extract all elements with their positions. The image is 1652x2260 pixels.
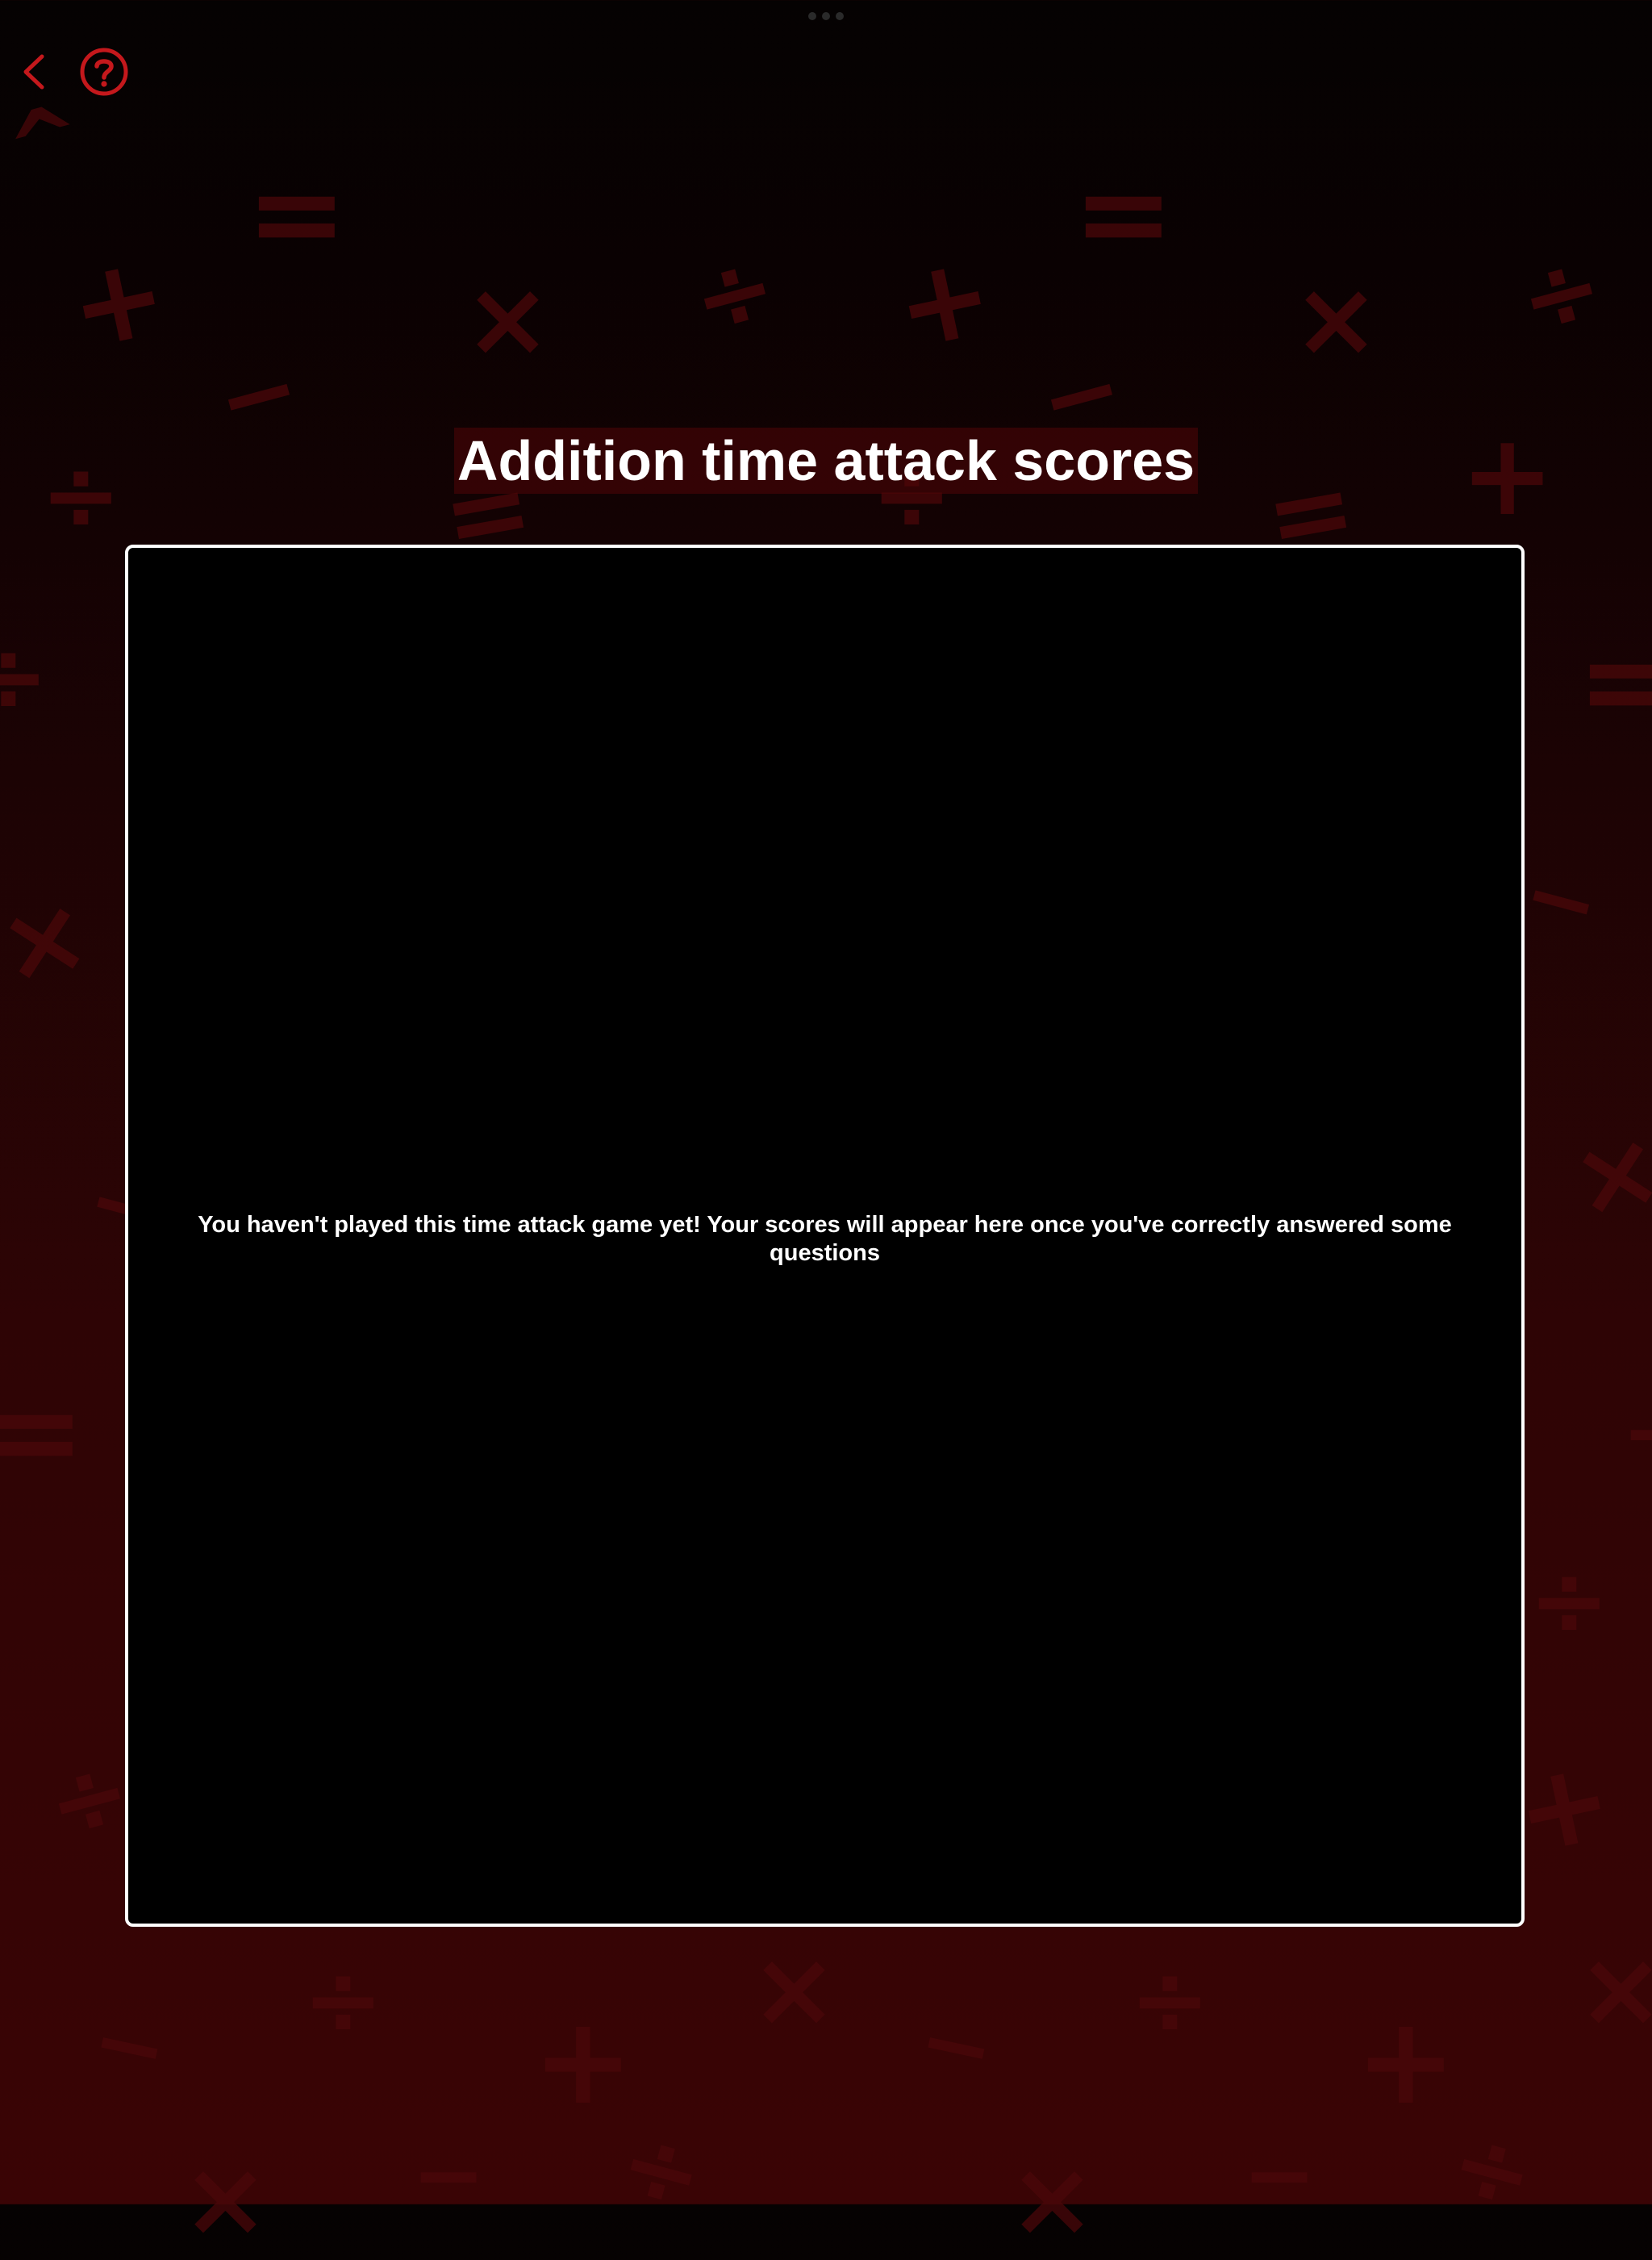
grabber-dot [808,12,816,20]
chevron-left-icon [23,54,44,90]
times-symbol: × [464,257,552,380]
divide-symbol: ÷ [1529,1545,1610,1657]
equals-symbol: = [1073,144,1174,284]
divide-symbol: ÷ [1507,229,1615,359]
minus-symbol: − [1512,840,1612,959]
minus-symbol: − [411,2123,486,2226]
plus-symbol: + [532,1991,634,2132]
equals-symbol: = [246,144,348,284]
times-symbol: × [0,871,100,1009]
times-symbol: × [1561,1105,1652,1243]
times-symbol: × [1292,257,1380,380]
times-symbol: ^ [0,81,95,201]
page-title: Addition time attack scores [453,428,1199,494]
scores-panel: You haven't played this time attack game… [125,545,1525,1927]
divide-symbol: ÷ [302,1945,384,2057]
times-symbol: × [1008,2137,1096,2260]
back-button[interactable] [15,45,53,98]
divide-symbol: ÷ [1438,2105,1546,2235]
times-symbol: × [750,1928,838,2050]
plus-symbol: + [1355,1991,1457,2132]
plus-symbol: + [58,228,178,377]
question-circle-icon [80,48,128,96]
times-symbol: × [1577,1928,1652,2050]
grabber-dot [822,12,830,20]
grabber-dot [836,12,844,20]
equals-symbol: = [1577,612,1652,752]
minus-symbol: − [82,1986,177,2104]
minus-symbol: − [1242,2123,1317,2226]
times-symbol: × [181,2137,269,2260]
divide-symbol: ÷ [0,621,49,733]
minus-symbol: − [1621,1388,1652,1477]
help-button[interactable] [79,47,129,97]
equals-symbol: = [0,1362,86,1502]
minus-symbol: − [909,1986,1004,2104]
plus-symbol: + [884,228,1004,377]
divide-symbol: ÷ [680,229,788,359]
divide-symbol: ÷ [607,2105,715,2235]
title-container: Addition time attack scores [0,428,1652,494]
empty-state-message: You haven't played this time attack game… [198,1212,1452,1266]
window-grabber[interactable] [808,11,844,21]
divide-symbol: ÷ [1129,1945,1211,2057]
